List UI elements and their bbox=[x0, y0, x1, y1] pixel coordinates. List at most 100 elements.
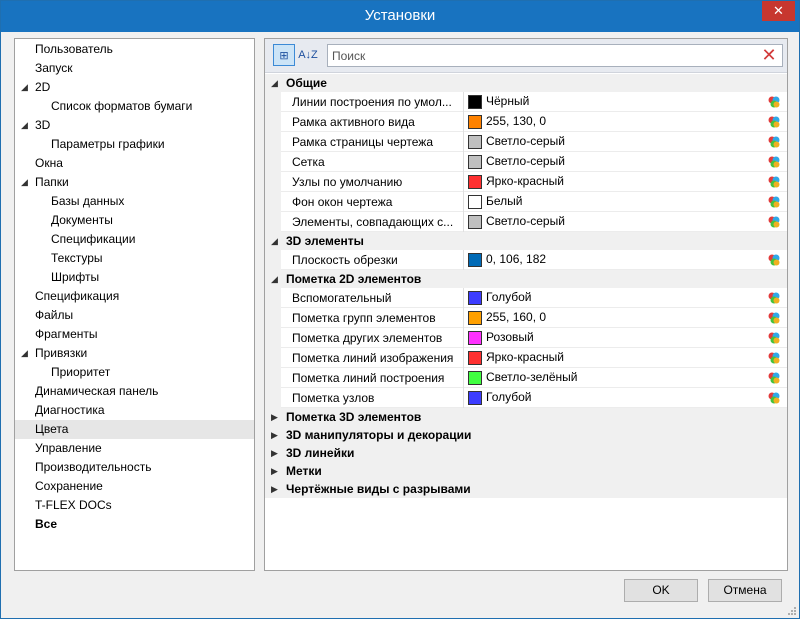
tree-item[interactable]: Список форматов бумаги bbox=[15, 97, 254, 116]
property-value[interactable]: Чёрный bbox=[486, 92, 529, 112]
color-picker-icon[interactable] bbox=[767, 331, 781, 345]
tree-item[interactable]: Спецификации bbox=[15, 230, 254, 249]
category-arrow-icon[interactable]: ▶ bbox=[271, 408, 278, 426]
color-picker-icon[interactable] bbox=[767, 115, 781, 129]
tree-item[interactable]: Текстуры bbox=[15, 249, 254, 268]
color-picker-icon[interactable] bbox=[767, 391, 781, 405]
color-picker-icon[interactable] bbox=[767, 195, 781, 209]
ok-button[interactable]: OK bbox=[624, 579, 698, 602]
property-category[interactable]: ▶ 3D линейки bbox=[265, 444, 787, 462]
column-divider[interactable] bbox=[463, 328, 464, 348]
property-row[interactable]: Линии построения по умол... Чёрный bbox=[265, 92, 787, 112]
color-swatch[interactable] bbox=[468, 195, 482, 209]
clear-search-icon[interactable]: ✕ bbox=[761, 45, 777, 66]
property-row[interactable]: Сетка Светло-серый bbox=[265, 152, 787, 172]
property-value[interactable]: Светло-серый bbox=[486, 152, 565, 172]
property-row[interactable]: Пометка других элементов Розовый bbox=[265, 328, 787, 348]
property-row[interactable]: Элементы, совпадающих с... Светло-серый bbox=[265, 212, 787, 232]
category-arrow-icon[interactable]: ▶ bbox=[271, 444, 278, 462]
color-swatch[interactable] bbox=[468, 331, 482, 345]
title-bar[interactable]: Установки ✕ bbox=[1, 1, 799, 32]
column-divider[interactable] bbox=[463, 132, 464, 152]
category-arrow-icon[interactable]: ◢ bbox=[271, 74, 278, 92]
tree-item[interactable]: Цвета bbox=[15, 420, 254, 439]
property-row[interactable]: Пометка узлов Голубой bbox=[265, 388, 787, 408]
property-value[interactable]: 0, 106, 182 bbox=[486, 250, 546, 270]
property-value[interactable]: Белый bbox=[486, 192, 522, 212]
tree-item[interactable]: Управление bbox=[15, 439, 254, 458]
tree-item[interactable]: Диагностика bbox=[15, 401, 254, 420]
column-divider[interactable] bbox=[463, 152, 464, 172]
tree-item[interactable]: Производительность bbox=[15, 458, 254, 477]
close-button[interactable]: ✕ bbox=[762, 1, 795, 21]
property-category[interactable]: ◢ 3D элементы bbox=[265, 232, 787, 250]
tree-item[interactable]: Сохранение bbox=[15, 477, 254, 496]
color-swatch[interactable] bbox=[468, 95, 482, 109]
property-row[interactable]: Пометка линий изображения Ярко-красный bbox=[265, 348, 787, 368]
tree-item[interactable]: Все bbox=[15, 515, 254, 534]
search-box[interactable]: ✕ bbox=[327, 44, 783, 67]
property-category[interactable]: ◢ Пометка 2D элементов bbox=[265, 270, 787, 288]
tree-item[interactable]: Базы данных bbox=[15, 192, 254, 211]
property-value[interactable]: 255, 160, 0 bbox=[486, 308, 546, 328]
property-category[interactable]: ▶ Пометка 3D элементов bbox=[265, 408, 787, 426]
tree-item[interactable]: ◢ Привязки bbox=[15, 344, 254, 363]
column-divider[interactable] bbox=[463, 172, 464, 192]
tree-item[interactable]: Шрифты bbox=[15, 268, 254, 287]
tree-item[interactable]: ◢ 3D bbox=[15, 116, 254, 135]
expand-arrow-icon[interactable]: ◢ bbox=[21, 344, 28, 363]
color-swatch[interactable] bbox=[468, 291, 482, 305]
category-tree[interactable]: Пользователь Запуск ◢ 2D Список форматов бум… bbox=[14, 38, 255, 571]
tree-item[interactable]: Динамическая панель bbox=[15, 382, 254, 401]
property-value[interactable]: Светло-зелёный bbox=[486, 368, 578, 388]
column-divider[interactable] bbox=[463, 112, 464, 132]
category-arrow-icon[interactable]: ◢ bbox=[271, 270, 278, 288]
color-swatch[interactable] bbox=[468, 351, 482, 365]
color-swatch[interactable] bbox=[468, 115, 482, 129]
color-swatch[interactable] bbox=[468, 155, 482, 169]
property-value[interactable]: Ярко-красный bbox=[486, 172, 564, 192]
property-category[interactable]: ▶ 3D манипуляторы и декорации bbox=[265, 426, 787, 444]
property-row[interactable]: Узлы по умолчанию Ярко-красный bbox=[265, 172, 787, 192]
categorized-view-button[interactable]: ⊞ bbox=[273, 44, 295, 66]
color-picker-icon[interactable] bbox=[767, 215, 781, 229]
property-category[interactable]: ◢ Общие bbox=[265, 74, 787, 92]
column-divider[interactable] bbox=[463, 388, 464, 408]
property-category[interactable]: ▶ Метки bbox=[265, 462, 787, 480]
color-picker-icon[interactable] bbox=[767, 311, 781, 325]
column-divider[interactable] bbox=[463, 368, 464, 388]
property-row[interactable]: Рамка активного вида 255, 130, 0 bbox=[265, 112, 787, 132]
color-picker-icon[interactable] bbox=[767, 371, 781, 385]
color-picker-icon[interactable] bbox=[767, 351, 781, 365]
color-picker-icon[interactable] bbox=[767, 253, 781, 267]
column-divider[interactable] bbox=[463, 250, 464, 270]
color-swatch[interactable] bbox=[468, 215, 482, 229]
property-value[interactable]: Светло-серый bbox=[486, 132, 565, 152]
tree-item[interactable]: Документы bbox=[15, 211, 254, 230]
resize-grip-icon[interactable] bbox=[787, 606, 797, 616]
property-row[interactable]: Рамка страницы чертежа Светло-серый bbox=[265, 132, 787, 152]
category-arrow-icon[interactable]: ◢ bbox=[271, 232, 278, 250]
column-divider[interactable] bbox=[463, 192, 464, 212]
property-value[interactable]: Светло-серый bbox=[486, 212, 565, 232]
expand-arrow-icon[interactable]: ◢ bbox=[21, 173, 28, 192]
property-value[interactable]: Голубой bbox=[486, 288, 532, 308]
alphabetical-sort-button[interactable]: A↓Z bbox=[297, 44, 319, 66]
tree-item[interactable]: Окна bbox=[15, 154, 254, 173]
tree-item[interactable]: T-FLEX DOCs bbox=[15, 496, 254, 515]
tree-item[interactable]: Спецификация bbox=[15, 287, 254, 306]
color-swatch[interactable] bbox=[468, 391, 482, 405]
tree-item[interactable]: Файлы bbox=[15, 306, 254, 325]
property-value[interactable]: Ярко-красный bbox=[486, 348, 564, 368]
color-swatch[interactable] bbox=[468, 135, 482, 149]
tree-item[interactable]: Запуск bbox=[15, 59, 254, 78]
color-picker-icon[interactable] bbox=[767, 95, 781, 109]
column-divider[interactable] bbox=[463, 348, 464, 368]
category-arrow-icon[interactable]: ▶ bbox=[271, 426, 278, 444]
property-value[interactable]: Голубой bbox=[486, 388, 532, 408]
property-row[interactable]: Пометка групп элементов 255, 160, 0 bbox=[265, 308, 787, 328]
property-row[interactable]: Пометка линий построения Светло-зелёный bbox=[265, 368, 787, 388]
cancel-button[interactable]: Отмена bbox=[708, 579, 782, 602]
expand-arrow-icon[interactable]: ◢ bbox=[21, 78, 28, 97]
property-row[interactable]: Вспомогательный Голубой bbox=[265, 288, 787, 308]
